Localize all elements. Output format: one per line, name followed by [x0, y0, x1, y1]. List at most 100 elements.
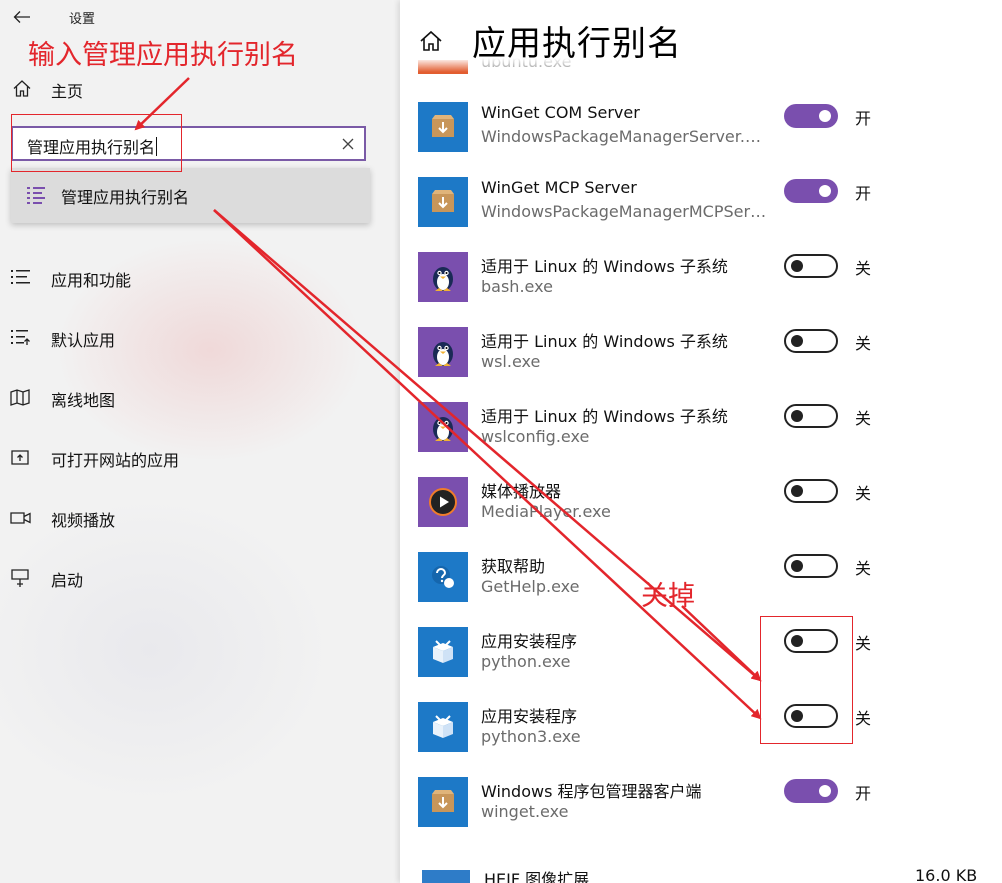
toggle-knob [791, 260, 803, 272]
alias-app-name: Windows 程序包管理器客户端 [481, 782, 702, 801]
app-execution-alias-page: ubuntu.exe WinGet COM Server WindowsPacka… [400, 0, 1002, 883]
toggle-knob [791, 335, 803, 347]
app-installer-icon [418, 627, 468, 677]
penguin-icon [418, 327, 468, 377]
toggle-state-label: 关 [855, 559, 872, 578]
alias-row: 应用安装程序 python3.exe 关 [400, 702, 1002, 777]
app-installer-icon [418, 702, 468, 752]
alias-app-name: 媒体播放器 [481, 482, 562, 501]
alias-exe-name: MediaPlayer.exe [481, 502, 611, 521]
nav-item-default-apps[interactable]: 默认应用 [0, 318, 392, 358]
alias-app-name: 应用安装程序 [481, 707, 578, 726]
alias-exe-name: python3.exe [481, 727, 581, 746]
alias-row: 应用安装程序 python.exe 关 [400, 627, 1002, 702]
heif-app-icon [422, 870, 470, 883]
page-title: 应用执行别名 [472, 24, 682, 64]
nav-home[interactable]: 主页 [0, 72, 392, 106]
alias-row: WinGet COM Server WindowsPackageManagerSe… [400, 102, 1002, 177]
alias-exe-name: wslconfig.exe [481, 427, 590, 446]
nav-item-offline-maps[interactable]: 离线地图 [0, 378, 392, 418]
nav-item-label: 视频播放 [51, 511, 116, 530]
package-icon [418, 777, 468, 827]
default-apps-icon [11, 330, 30, 345]
toggle-knob [819, 785, 831, 797]
alias-exe-name: GetHelp.exe [481, 577, 580, 596]
toggle-state-label: 关 [855, 259, 872, 278]
alias-row: 获取帮助 GetHelp.exe 关 [400, 552, 1002, 627]
alias-app-name: WinGet COM Server [481, 103, 640, 122]
alias-exe-name: winget.exe [481, 802, 569, 821]
search-suggestion-item[interactable]: 管理应用执行别名 [11, 168, 370, 223]
annotation-turn-off-hint: 关掉 [641, 581, 695, 612]
toggle-state-label: 开 [855, 184, 872, 203]
home-icon [13, 80, 31, 97]
partial-app-size: 16.0 KB [915, 866, 978, 883]
toggle-knob [791, 560, 803, 572]
nav-item-apps-features[interactable]: 应用和功能 [0, 258, 392, 298]
package-icon [418, 177, 468, 227]
toggle-state-label: 关 [855, 334, 872, 353]
alias-exe-name: bash.exe [481, 277, 553, 296]
alias-row: 适用于 Linux 的 Windows 子系统 wslconfig.exe 关 [400, 402, 1002, 477]
annotation-box-search [11, 114, 182, 172]
nav-item-label: 可打开网站的应用 [51, 451, 180, 470]
nav-item-label: 默认应用 [51, 331, 116, 350]
nav-item-label: 启动 [51, 571, 84, 590]
alias-toggle[interactable] [784, 479, 838, 503]
alias-exe-name: python.exe [481, 652, 571, 671]
penguin-icon [418, 252, 468, 302]
toggle-state-label: 关 [855, 709, 872, 728]
back-button[interactable] [8, 4, 36, 30]
alias-app-name: 适用于 Linux 的 Windows 子系统 [481, 257, 728, 276]
ubuntu-app-icon [418, 60, 468, 74]
video-playback-icon [10, 512, 31, 524]
alias-app-name: 获取帮助 [481, 557, 546, 576]
alias-exe-name: WindowsPackageManagerMCPServer.exe [481, 202, 769, 221]
toggle-state-label: 开 [855, 109, 872, 128]
list-icon [27, 187, 45, 204]
nav-item-startup[interactable]: 启动 [0, 558, 392, 598]
alias-row: 适用于 Linux 的 Windows 子系统 wsl.exe 关 [400, 327, 1002, 402]
clear-search-icon[interactable] [340, 136, 356, 152]
get-help-icon [418, 552, 468, 602]
alias-app-name: WinGet MCP Server [481, 178, 637, 197]
partial-app-name: HEIF 图像扩展 [484, 870, 590, 883]
penguin-icon [418, 402, 468, 452]
alias-app-name: 适用于 Linux 的 Windows 子系统 [481, 407, 728, 426]
back-arrow-icon [13, 11, 30, 23]
annotation-search-hint: 输入管理应用执行别名 [28, 40, 298, 71]
toggle-state-label: 开 [855, 784, 872, 803]
alias-row: Windows 程序包管理器客户端 winget.exe 开 [400, 777, 1002, 852]
toggle-knob [819, 110, 831, 122]
settings-window: 设置 主页 管理应用执行别名 管理应用执行别名 应用和功能 默认应用 离线地图 … [0, 0, 1002, 883]
toggle-knob [819, 185, 831, 197]
open-websites-icon [11, 450, 29, 465]
alias-toggle[interactable] [784, 779, 838, 803]
alias-list: ubuntu.exe WinGet COM Server WindowsPacka… [400, 0, 1002, 883]
window-title: 设置 [69, 12, 96, 27]
title-bar: 设置 [0, 0, 392, 34]
nav-item-open-websites[interactable]: 可打开网站的应用 [0, 438, 392, 478]
alias-toggle[interactable] [784, 554, 838, 578]
toggle-state-label: 关 [855, 634, 872, 653]
nav-item-video-playback[interactable]: 视频播放 [0, 498, 392, 538]
media-player-icon [418, 477, 468, 527]
startup-icon [11, 569, 29, 587]
alias-toggle[interactable] [784, 254, 838, 278]
alias-app-name: 适用于 Linux 的 Windows 子系统 [481, 332, 728, 351]
nav-item-label: 离线地图 [51, 391, 116, 410]
alias-toggle[interactable] [784, 179, 838, 203]
alias-toggle[interactable] [784, 104, 838, 128]
alias-toggle[interactable] [784, 329, 838, 353]
suggestion-label: 管理应用执行别名 [61, 188, 190, 207]
alias-app-name: 应用安装程序 [481, 632, 578, 651]
package-icon [418, 102, 468, 152]
alias-row: 适用于 Linux 的 Windows 子系统 bash.exe 关 [400, 252, 1002, 327]
toggle-state-label: 关 [855, 409, 872, 428]
apps-features-icon [11, 270, 30, 284]
home-icon[interactable] [419, 30, 443, 52]
nav-home-label: 主页 [51, 82, 84, 101]
nav-item-label: 应用和功能 [51, 271, 132, 290]
offline-maps-icon [10, 389, 30, 406]
alias-toggle[interactable] [784, 404, 838, 428]
